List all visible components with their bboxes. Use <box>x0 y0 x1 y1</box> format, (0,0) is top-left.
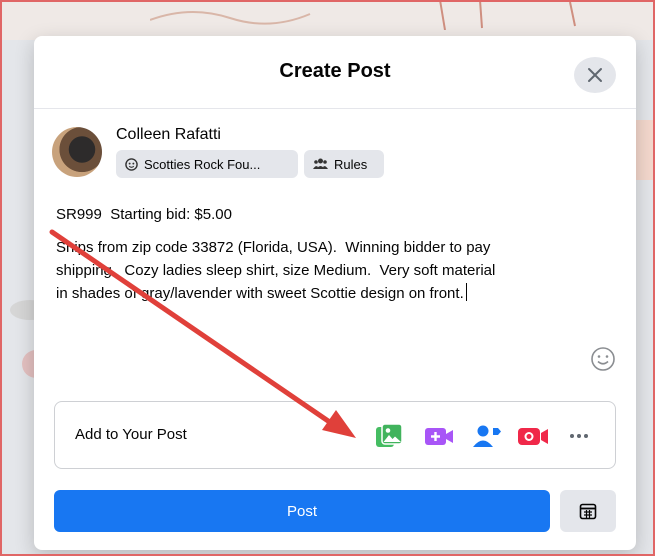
screenshot-border <box>0 0 655 556</box>
